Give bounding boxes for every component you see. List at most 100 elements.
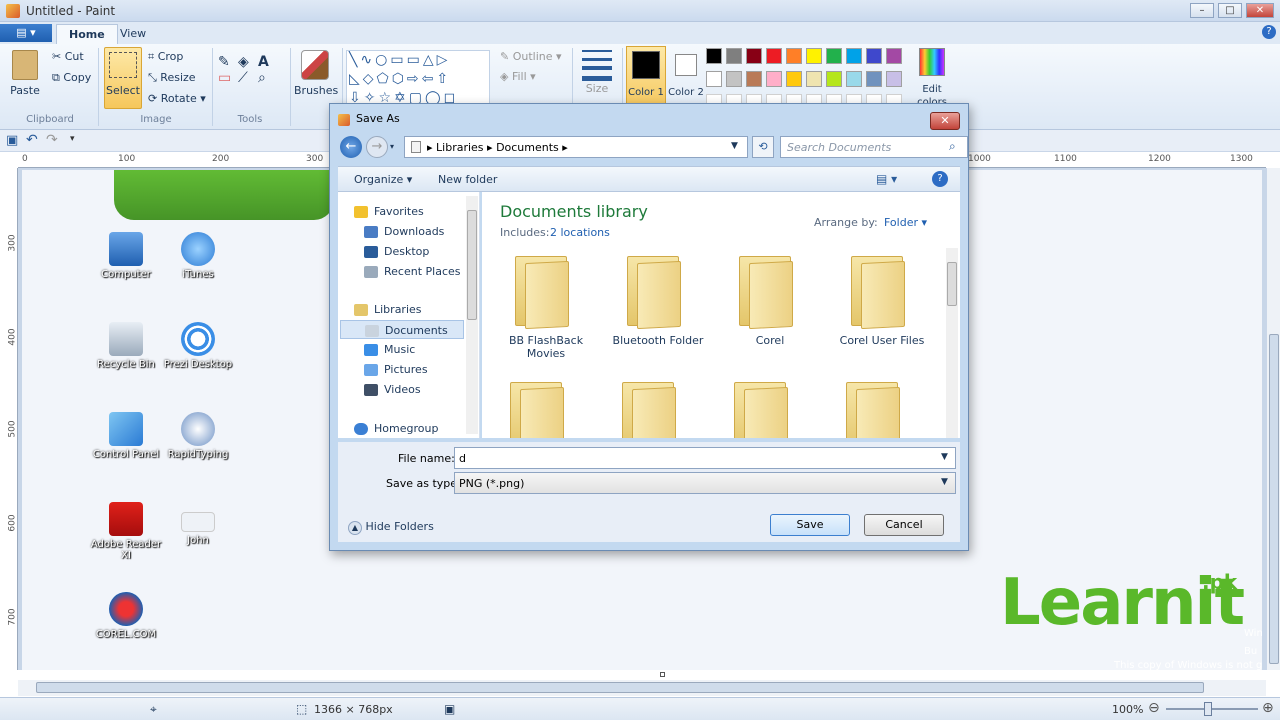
desktop-icon-corel[interactable]: COREL.COM <box>86 592 166 640</box>
vertical-scrollbar[interactable] <box>1266 168 1280 670</box>
folder-item-partial[interactable] <box>618 378 678 438</box>
dialog-close-button[interactable]: ✕ <box>930 112 960 130</box>
back-button[interactable]: ← <box>340 136 362 158</box>
desktop-icon-computer[interactable]: Computer <box>86 232 166 280</box>
zoom-out-button[interactable]: ⊖ <box>1148 700 1160 716</box>
copy-button[interactable]: ⧉ Copy <box>52 71 91 85</box>
palette-swatch[interactable] <box>886 71 902 87</box>
new-folder-button[interactable]: New folder <box>438 173 497 186</box>
fill-button[interactable]: ◈ Fill ▾ <box>500 70 536 83</box>
palette-swatch[interactable] <box>726 71 742 87</box>
close-window-button[interactable]: ✕ <box>1246 3 1274 18</box>
horizontal-scrollbar[interactable] <box>18 680 1266 696</box>
text-icon[interactable]: A <box>258 54 278 70</box>
magnifier-icon[interactable]: ⌕ <box>258 70 278 86</box>
pencil-icon[interactable]: ✎ <box>218 54 238 70</box>
folder-item-partial[interactable] <box>506 378 566 438</box>
folder-item[interactable]: BB FlashBack Movies <box>498 252 594 360</box>
scroll-thumb[interactable] <box>467 210 477 320</box>
save-type-dropdown-icon[interactable]: ▼ <box>941 477 948 487</box>
address-dropdown-icon[interactable]: ▼ <box>731 141 738 151</box>
brushes-button[interactable]: Brushes <box>294 48 338 97</box>
save-icon[interactable]: ▣ <box>6 133 18 148</box>
save-type-select[interactable]: PNG (*.png) ▼ <box>454 472 956 494</box>
palette-swatch[interactable] <box>846 71 862 87</box>
file-name-dropdown-icon[interactable]: ▼ <box>941 452 948 462</box>
recent-pages-icon[interactable]: ▾ <box>390 142 394 151</box>
palette-swatch[interactable] <box>806 71 822 87</box>
desktop-icon-recycle-bin[interactable]: Recycle Bin <box>86 322 166 370</box>
file-list-scrollbar[interactable] <box>946 248 958 438</box>
file-menu-button[interactable]: ▤ ▾ <box>0 24 52 42</box>
views-icon[interactable]: ▤ ▾ <box>876 172 897 186</box>
desktop-icon-adobe-reader[interactable]: Adobe Reader XI <box>86 502 166 561</box>
palette-swatch[interactable] <box>726 48 742 64</box>
scroll-thumb[interactable] <box>947 262 957 306</box>
palette-swatch[interactable] <box>746 71 762 87</box>
palette-swatch[interactable] <box>886 48 902 64</box>
palette-swatch[interactable] <box>706 48 722 64</box>
scroll-thumb[interactable] <box>1269 334 1279 664</box>
help-icon[interactable]: ? <box>1262 25 1276 39</box>
hide-folders-button[interactable]: ▲ Hide Folders <box>348 520 434 535</box>
palette-swatch[interactable] <box>866 48 882 64</box>
folder-item-partial[interactable] <box>842 378 902 438</box>
desktop-icon-control-panel[interactable]: Control Panel <box>86 412 166 460</box>
desktop-icon-prezi[interactable]: Prezi Desktop <box>158 322 238 370</box>
redo-icon[interactable]: ↷ <box>46 132 58 148</box>
palette-swatch[interactable] <box>866 71 882 87</box>
resize-button[interactable]: ⤡ Resize <box>148 71 196 85</box>
select-button[interactable]: Select <box>104 47 142 109</box>
color1-button[interactable]: Color 1 <box>626 46 666 110</box>
folder-item-partial[interactable] <box>730 378 790 438</box>
scroll-thumb[interactable] <box>36 682 1204 693</box>
shapes-gallery[interactable]: ╲∿○▭▭△▷ ◺◇⬠⬡⇨⇦⇧ ⇩✧☆✡▢◯◻ <box>346 50 490 108</box>
palette-swatch[interactable] <box>706 71 722 87</box>
cut-button[interactable]: ✂ Cut <box>52 50 84 63</box>
palette-swatch[interactable] <box>786 48 802 64</box>
forward-button[interactable]: → <box>366 136 388 158</box>
help-icon[interactable]: ? <box>932 171 948 187</box>
folder-item[interactable]: Corel <box>722 252 818 347</box>
nav-scrollbar[interactable] <box>466 196 478 434</box>
desktop-icon-itunes[interactable]: iTunes <box>158 232 238 280</box>
canvas-resize-handle[interactable] <box>660 672 665 677</box>
desktop-icon-john[interactable]: John <box>158 502 238 546</box>
size-button[interactable]: Size <box>578 50 616 95</box>
palette-swatch[interactable] <box>826 71 842 87</box>
customize-qat-icon[interactable]: ▾ <box>70 134 75 144</box>
edit-colors-button[interactable]: Edit colors <box>912 48 952 108</box>
breadcrumb-documents[interactable]: Documents <box>496 141 559 154</box>
palette-swatch[interactable] <box>766 71 782 87</box>
zoom-slider-thumb[interactable] <box>1204 702 1212 716</box>
desktop-icon-rapidtyping[interactable]: RapidTyping <box>158 412 238 460</box>
eraser-icon[interactable]: ▭ <box>218 70 238 86</box>
palette-swatch[interactable] <box>846 48 862 64</box>
search-input[interactable]: Search Documents ⌕ <box>780 136 968 158</box>
palette-swatch[interactable] <box>766 48 782 64</box>
outline-button[interactable]: ✎ Outline ▾ <box>500 50 562 63</box>
palette-swatch[interactable] <box>786 71 802 87</box>
zoom-in-button[interactable]: ⊕ <box>1262 700 1274 716</box>
fill-icon[interactable]: ◈ <box>238 54 258 70</box>
includes-locations-link[interactable]: 2 locations <box>550 226 610 239</box>
crop-button[interactable]: ⌗ Crop <box>148 50 183 64</box>
cancel-button[interactable]: Cancel <box>864 514 944 536</box>
minimize-button[interactable]: – <box>1190 3 1214 18</box>
folder-item[interactable]: Bluetooth Folder <box>610 252 706 347</box>
paste-button[interactable]: Paste <box>6 48 44 108</box>
color-picker-icon[interactable]: ⟋ <box>238 70 258 86</box>
tab-view[interactable]: View <box>108 24 158 44</box>
refresh-button[interactable]: ⟲ <box>752 136 774 158</box>
folder-item[interactable]: Corel User Files <box>834 252 930 347</box>
rotate-button[interactable]: ⟳ Rotate ▾ <box>148 92 206 105</box>
save-button[interactable]: Save <box>770 514 850 536</box>
zoom-slider[interactable] <box>1166 702 1258 716</box>
breadcrumb-libraries[interactable]: Libraries <box>436 141 484 154</box>
maximize-button[interactable]: □ <box>1218 3 1242 18</box>
arrange-by-dropdown[interactable]: Folder ▾ <box>884 216 927 229</box>
nav-documents[interactable]: Documents <box>340 320 464 339</box>
palette-swatch[interactable] <box>826 48 842 64</box>
search-icon[interactable]: ⌕ <box>949 139 956 154</box>
palette-swatch[interactable] <box>806 48 822 64</box>
